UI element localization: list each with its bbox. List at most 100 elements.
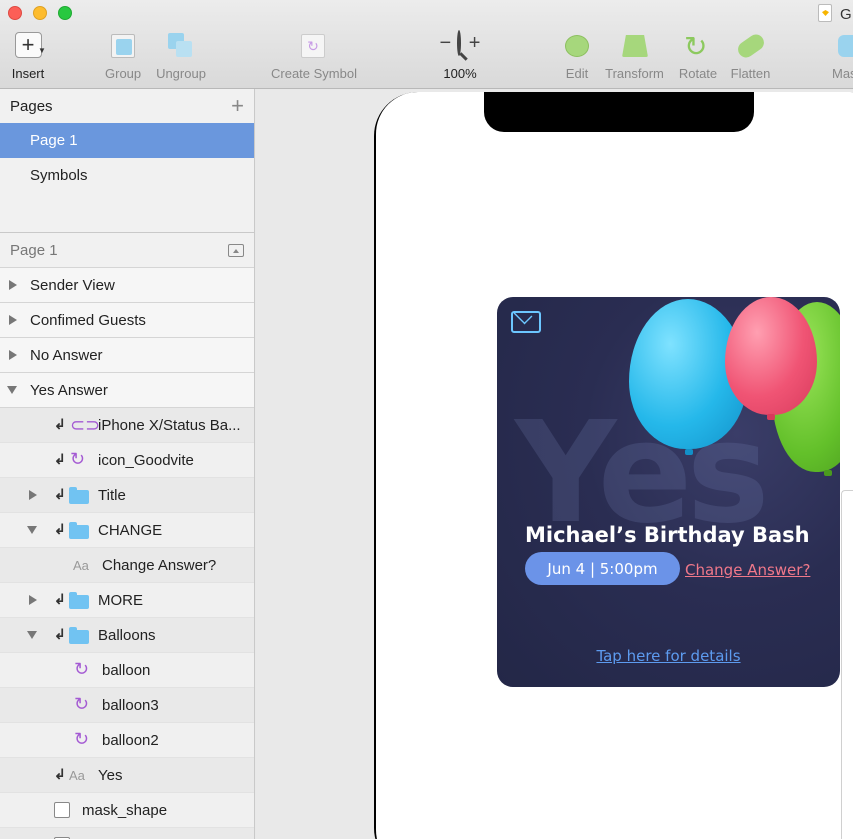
layer-row[interactable]: ↲ MORE	[0, 583, 254, 618]
insert-button[interactable]: + ▼ Insert	[8, 32, 48, 81]
layer-label: MORE	[98, 591, 143, 609]
window-title: G	[840, 6, 852, 23]
disclosure-down-icon[interactable]	[27, 526, 37, 534]
mask-clip-icon: ↲	[54, 591, 66, 607]
chevron-down-icon: ▼	[38, 46, 46, 55]
layer-row[interactable]: ↲ ↻ icon_Goodvite	[0, 443, 254, 478]
mask-clip-icon: ↲	[54, 626, 66, 642]
symbol-instance-icon: ⊂⊃	[70, 415, 101, 435]
iphone-artboard[interactable]: Yes Michael’s Birthday Bash Jun 4 | 5:00…	[374, 92, 853, 839]
shape-layer-icon	[54, 802, 70, 818]
insert-label: Insert	[11, 66, 45, 81]
layer-row[interactable]: ↲ Title	[0, 478, 254, 513]
pages-divider	[0, 193, 254, 233]
pink-balloon	[725, 297, 817, 415]
layer-label: iPhone X/Status Ba...	[98, 416, 241, 434]
close-window-button[interactable]	[8, 6, 22, 20]
folder-icon	[69, 487, 89, 504]
canvas[interactable]: Yes Michael’s Birthday Bash Jun 4 | 5:00…	[256, 90, 853, 839]
layer-label: Change Answer?	[102, 556, 217, 574]
group-button[interactable]: Group	[105, 32, 141, 81]
rotate-label: Rotate	[678, 66, 718, 81]
layer-row[interactable]: Confimed Guests	[0, 303, 254, 338]
layer-row[interactable]	[0, 828, 254, 839]
iphone-notch	[484, 92, 754, 132]
layer-row[interactable]: ↲ Aa Yes	[0, 758, 254, 793]
zoom-control: − + 100%	[424, 30, 496, 81]
ungroup-button[interactable]: Ungroup	[154, 32, 208, 81]
mask-button[interactable]: Mas	[832, 32, 853, 81]
zoom-level[interactable]: 100%	[424, 66, 496, 81]
ungroup-icon	[154, 32, 208, 60]
transform-button[interactable]: Transform	[603, 32, 666, 81]
page-item-symbols[interactable]: Symbols	[0, 158, 254, 193]
layer-label: No Answer	[30, 346, 103, 364]
artboard-screen: Yes Michael’s Birthday Bash Jun 4 | 5:00…	[376, 92, 853, 839]
layer-row[interactable]: ↻ balloon3	[0, 688, 254, 723]
layer-label: mask_shape	[82, 801, 168, 819]
disclosure-right-icon[interactable]	[9, 315, 17, 325]
create-symbol-button[interactable]: ↻ Create Symbol	[268, 32, 360, 81]
invitation-card[interactable]: Yes Michael’s Birthday Bash Jun 4 | 5:00…	[497, 297, 840, 687]
disclosure-down-icon[interactable]	[7, 386, 17, 394]
collapse-layers-icon[interactable]	[228, 243, 244, 257]
disclosure-right-icon[interactable]	[29, 595, 37, 605]
flatten-icon	[729, 31, 772, 61]
symbol-icon: ↻	[70, 449, 86, 469]
disclosure-right-icon[interactable]	[9, 280, 17, 290]
layer-label: Balloons	[98, 626, 156, 644]
layer-row[interactable]: ↻ balloon2	[0, 723, 254, 758]
zoom-out-button[interactable]: −	[440, 32, 452, 54]
edit-label: Edit	[565, 66, 589, 81]
disclosure-down-icon[interactable]	[27, 631, 37, 639]
change-answer-link[interactable]: Change Answer?	[685, 561, 810, 579]
details-link[interactable]: Tap here for details	[497, 647, 840, 665]
layer-label: Yes	[98, 766, 123, 784]
balloon-knot	[824, 470, 832, 476]
layer-row[interactable]: ↲ CHANGE	[0, 513, 254, 548]
mask-icon	[832, 32, 853, 60]
transform-icon	[603, 32, 666, 60]
layer-label: Title	[98, 486, 126, 504]
layer-row[interactable]: Yes Answer	[0, 373, 254, 408]
flatten-button[interactable]: Flatten	[729, 31, 772, 81]
mask-label: Mas	[832, 66, 853, 81]
mask-clip-icon: ↲	[54, 521, 66, 537]
folder-icon	[69, 592, 89, 609]
symbol-icon: ↻	[74, 694, 90, 714]
layer-row[interactable]: mask_shape	[0, 793, 254, 828]
layers-page-title: Page 1	[10, 241, 58, 259]
pages-header: Pages +	[0, 89, 254, 123]
magnifier-icon	[456, 30, 461, 56]
minimize-window-button[interactable]	[33, 6, 47, 20]
symbol-icon: ↻	[74, 659, 90, 679]
page-item-page-1[interactable]: Page 1	[0, 123, 254, 158]
layer-row[interactable]: ↲ Balloons	[0, 618, 254, 653]
zoom-window-button[interactable]	[58, 6, 72, 20]
rotate-button[interactable]: ↻ Rotate	[678, 31, 718, 81]
ungroup-label: Ungroup	[156, 66, 206, 81]
layer-row[interactable]: Sender View	[0, 268, 254, 303]
rotate-icon: ↻	[684, 31, 708, 62]
add-page-button[interactable]: +	[231, 95, 244, 117]
layer-row[interactable]: No Answer	[0, 338, 254, 373]
mask-clip-icon: ↲	[54, 416, 66, 432]
transform-label: Transform	[605, 66, 664, 81]
create-symbol-icon: ↻	[268, 32, 360, 60]
layer-row[interactable]: ↻ balloon	[0, 653, 254, 688]
layer-label: Sender View	[30, 276, 115, 294]
group-label: Group	[105, 66, 142, 81]
disclosure-right-icon[interactable]	[29, 490, 37, 500]
edit-button[interactable]: Edit	[563, 32, 591, 81]
balloon-knot	[685, 449, 693, 455]
layer-label: Confimed Guests	[30, 311, 146, 329]
zoom-in-button[interactable]: +	[469, 32, 481, 54]
layer-row[interactable]: ↲ ⊂⊃ iPhone X/Status Ba...	[0, 408, 254, 443]
layer-row[interactable]: Aa Change Answer?	[0, 548, 254, 583]
disclosure-right-icon[interactable]	[9, 350, 17, 360]
layer-label: balloon2	[102, 731, 159, 749]
create-symbol-label: Create Symbol	[271, 66, 357, 81]
event-title: Michael’s Birthday Bash	[525, 523, 810, 547]
layer-label: icon_Goodvite	[98, 451, 194, 469]
layer-label: CHANGE	[98, 521, 163, 539]
